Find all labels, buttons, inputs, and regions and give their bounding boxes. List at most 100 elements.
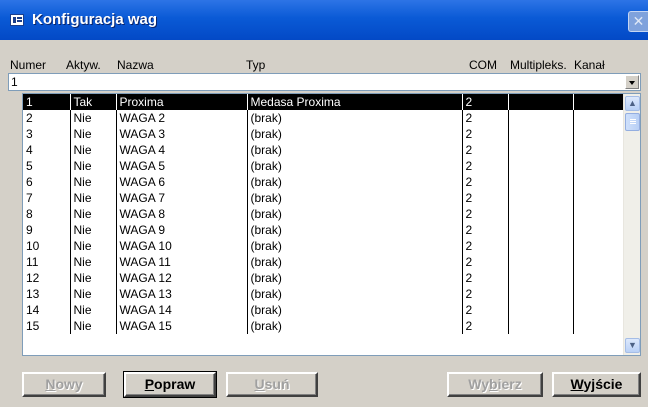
cell-com: 2: [462, 126, 509, 142]
cell-name: Proxima: [116, 94, 248, 110]
table-row[interactable]: 10 Nie WAGA 10 (brak) 2: [23, 238, 624, 254]
cell-active: Nie: [70, 286, 117, 302]
cell-name: WAGA 3: [116, 126, 248, 142]
cell-multiplex: [508, 158, 574, 174]
cell-type: (brak): [247, 222, 463, 238]
cell-name: WAGA 2: [116, 110, 248, 126]
table-row[interactable]: 8 Nie WAGA 8 (brak) 2: [23, 206, 624, 222]
cell-number: 11: [23, 254, 71, 270]
cell-name: WAGA 4: [116, 142, 248, 158]
cell-active: Nie: [70, 158, 117, 174]
header-numer: Numer: [10, 58, 47, 72]
delete-button[interactable]: Usuń: [226, 372, 318, 397]
table-row[interactable]: 14 Nie WAGA 14 (brak) 2: [23, 302, 624, 318]
cell-number: 6: [23, 174, 71, 190]
cell-channel: [573, 190, 624, 206]
select-button[interactable]: Wybierz: [447, 372, 543, 397]
table-row[interactable]: 15 Nie WAGA 15 (brak) 2: [23, 318, 624, 334]
cell-com: 2: [462, 190, 509, 206]
table-row[interactable]: 5 Nie WAGA 5 (brak) 2: [23, 158, 624, 174]
cell-channel: [573, 110, 624, 126]
cell-active: Nie: [70, 302, 117, 318]
table-row[interactable]: 3 Nie WAGA 3 (brak) 2: [23, 126, 624, 142]
exit-button[interactable]: Wyjście: [552, 372, 641, 397]
combo-value: 1: [11, 75, 18, 89]
header-kanal: Kanał: [574, 58, 605, 72]
cell-number: 12: [23, 270, 71, 286]
cell-com: 2: [462, 270, 509, 286]
cell-multiplex: [508, 110, 574, 126]
cell-active: Nie: [70, 126, 117, 142]
scales-list[interactable]: 1 Tak Proxima Medasa Proxima 2 2 Nie WAGA 2 (bra…: [22, 93, 641, 356]
cell-multiplex: [508, 286, 574, 302]
cell-name: WAGA 15: [116, 318, 248, 334]
cell-active: Nie: [70, 174, 117, 190]
arrow-up-icon[interactable]: ▲: [625, 96, 640, 111]
table-row[interactable]: 4 Nie WAGA 4 (brak) 2: [23, 142, 624, 158]
cell-multiplex: [508, 142, 574, 158]
cell-type: (brak): [247, 270, 463, 286]
window-title: Konfiguracja wag: [32, 11, 158, 28]
scale-selector-combo[interactable]: 1: [8, 73, 641, 91]
cell-channel: [573, 254, 624, 270]
table-row[interactable]: 6 Nie WAGA 6 (brak) 2: [23, 174, 624, 190]
new-button[interactable]: Nowy: [22, 372, 106, 397]
cell-type: (brak): [247, 302, 463, 318]
table-row[interactable]: 7 Nie WAGA 7 (brak) 2: [23, 190, 624, 206]
cell-number: 2: [23, 110, 71, 126]
arrow-down-icon[interactable]: ▼: [625, 338, 640, 353]
cell-com: 2: [462, 206, 509, 222]
cell-name: WAGA 9: [116, 222, 248, 238]
cell-number: 5: [23, 158, 71, 174]
header-multipleks: Multipleks.: [510, 58, 567, 72]
cell-type: (brak): [247, 126, 463, 142]
table-row[interactable]: 11 Nie WAGA 11 (brak) 2: [23, 254, 624, 270]
cell-multiplex: [508, 206, 574, 222]
cell-number: 4: [23, 142, 71, 158]
cell-active: Nie: [70, 142, 117, 158]
cell-active: Nie: [70, 190, 117, 206]
cell-type: (brak): [247, 174, 463, 190]
cell-name: WAGA 7: [116, 190, 248, 206]
edit-button[interactable]: Popraw: [123, 371, 217, 398]
header-aktyw: Aktyw.: [66, 58, 101, 72]
chevron-down-icon[interactable]: [625, 75, 639, 89]
cell-multiplex: [508, 238, 574, 254]
cell-com: 2: [462, 142, 509, 158]
cell-channel: [573, 158, 624, 174]
cell-active: Nie: [70, 238, 117, 254]
cell-multiplex: [508, 190, 574, 206]
cell-active: Tak: [70, 94, 117, 110]
cell-active: Nie: [70, 254, 117, 270]
title-bar: Konfiguracja wag ✕: [0, 0, 648, 40]
form-icon: [10, 14, 24, 26]
table-row[interactable]: 1 Tak Proxima Medasa Proxima 2: [23, 94, 624, 110]
table-row[interactable]: 13 Nie WAGA 13 (brak) 2: [23, 286, 624, 302]
cell-com: 2: [462, 222, 509, 238]
cell-type: (brak): [247, 286, 463, 302]
cell-com: 2: [462, 302, 509, 318]
table-row[interactable]: 2 Nie WAGA 2 (brak) 2: [23, 110, 624, 126]
cell-name: WAGA 13: [116, 286, 248, 302]
cell-active: Nie: [70, 318, 117, 334]
cell-channel: [573, 302, 624, 318]
table-row[interactable]: 9 Nie WAGA 9 (brak) 2: [23, 222, 624, 238]
table-row[interactable]: 12 Nie WAGA 12 (brak) 2: [23, 270, 624, 286]
cell-channel: [573, 174, 624, 190]
cell-com: 2: [462, 110, 509, 126]
vertical-scrollbar[interactable]: ▲ ▼: [623, 94, 640, 355]
close-button[interactable]: ✕: [628, 11, 648, 32]
cell-multiplex: [508, 222, 574, 238]
cell-name: WAGA 12: [116, 270, 248, 286]
cell-number: 10: [23, 238, 71, 254]
cell-channel: [573, 286, 624, 302]
cell-type: (brak): [247, 190, 463, 206]
cell-channel: [573, 126, 624, 142]
cell-type: (brak): [247, 158, 463, 174]
scrollbar-thumb[interactable]: [625, 113, 640, 131]
cell-name: WAGA 5: [116, 158, 248, 174]
cell-name: WAGA 6: [116, 174, 248, 190]
header-nazwa: Nazwa: [117, 58, 154, 72]
cell-multiplex: [508, 254, 574, 270]
cell-active: Nie: [70, 222, 117, 238]
